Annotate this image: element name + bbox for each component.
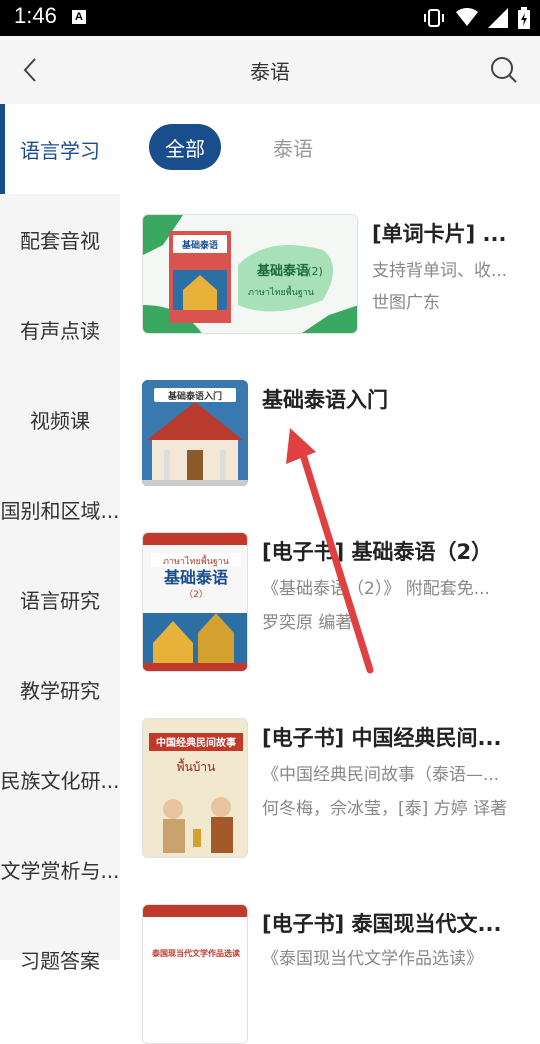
svg-text:基础泰语: 基础泰语 (181, 239, 218, 251)
book-cover: 泰国现当代文学作品选读 (142, 904, 248, 1044)
book-author: 世图广东 (372, 293, 440, 313)
book-desc: 《基础泰语（2）》 附配套免... (262, 579, 490, 599)
sidebar-item-label: 教学研究 (20, 678, 100, 703)
book-cover: ภาษาไทยพื้นฐาน 基础泰语 （2） (142, 532, 248, 672)
filter-all-chip[interactable]: 全部 (149, 124, 221, 170)
vibrate-icon (424, 9, 444, 27)
sidebar-item-video-course[interactable]: 视频课 (0, 374, 120, 464)
sidebar-item-label: 习题答案 (20, 948, 100, 973)
signal-icon (488, 8, 508, 28)
cover-title: 基础泰语入门 (167, 390, 222, 402)
sidebar-item-label: 语言学习 (20, 138, 100, 163)
book-item[interactable]: 基础泰语 基础泰语 (2) ภาษาไทยพื้นฐาน [单词卡片] ... … (142, 214, 522, 334)
book-desc: 支持背单词、收... (372, 261, 508, 281)
cover-number: （2） (184, 589, 208, 600)
cover-title: 基础泰语 (256, 263, 309, 279)
accessibility-icon: A (72, 10, 86, 24)
sidebar-item-language-learning[interactable]: 语言学习 (0, 104, 120, 194)
book-title: [电子书] 基础泰语（2） (262, 540, 493, 564)
sidebar-item-language-research[interactable]: 语言研究 (0, 554, 120, 644)
sidebar-item-label: 民族文化研... (0, 768, 120, 793)
cover-subtitle: พื้นบ้าน (177, 758, 216, 774)
status-bar: 1:46 A (0, 0, 540, 36)
sidebar-item-label: 配套音视 (20, 228, 100, 253)
book-cover: 中国经典民间故事 พื้นบ้าน (142, 718, 248, 858)
book-author: 何冬梅，佘冰莹，[泰] 方婷 译著 (262, 799, 508, 819)
cover-number: (2) (307, 265, 323, 278)
cover-title: 基础泰语 (163, 568, 228, 587)
book-title: [单词卡片] ... (372, 222, 507, 246)
search-button[interactable] (484, 50, 524, 90)
sidebar-item-literature[interactable]: 文学赏析与... (0, 824, 120, 914)
sidebar-item-teaching-research[interactable]: 教学研究 (0, 644, 120, 734)
sidebar-item-audio-reading[interactable]: 有声点读 (0, 284, 120, 374)
content-area: 全部 泰语 基础泰语 基础泰语 (2) ภาษาไทยพื้นฐาน [单词卡片… (120, 104, 540, 1044)
cover-art: 基础泰语 基础泰语 (2) ภาษาไทยพื้นฐาน (143, 215, 357, 333)
cover-art: ภาษาไทยพื้นฐาน 基础泰语 （2） (143, 533, 247, 671)
book-title: [电子书] 泰国现当代文... (262, 912, 502, 936)
sidebar-item-label: 文学赏析与... (0, 858, 120, 883)
sidebar-item-label: 有声点读 (20, 318, 100, 343)
book-cover: 基础泰语 基础泰语 (2) ภาษาไทยพื้นฐาน (142, 214, 358, 334)
sidebar-item-audio-video[interactable]: 配套音视 (0, 194, 120, 284)
book-item[interactable]: 中国经典民间故事 พื้นบ้าน [电子书] 中国经典民间... 《中国经典民… (142, 718, 522, 858)
status-time: 1:46 (14, 3, 57, 28)
page-title: 泰语 (250, 60, 290, 84)
sidebar-item-label: 语言研究 (20, 588, 100, 613)
book-desc: 《中国经典民间故事（泰语—... (262, 765, 500, 785)
sidebar-item-country-region[interactable]: 国别和区域... (0, 464, 120, 554)
battery-icon (518, 7, 530, 29)
cover-title: 泰国现当代文学作品选读 (151, 948, 240, 958)
book-item[interactable]: 泰国现当代文学作品选读 [电子书] 泰国现当代文... 《泰国现当代文学作品选读… (142, 904, 522, 1044)
app-header: 泰语 (0, 36, 540, 104)
sidebar-item-answers[interactable]: 习题答案 (0, 914, 120, 1004)
book-item[interactable]: 基础泰语入门 基础泰语入门 (142, 380, 522, 486)
book-title: [电子书] 中国经典民间... (262, 726, 502, 750)
cover-title: 中国经典民间故事 (156, 736, 236, 749)
cover-art: 中国经典民间故事 พื้นบ้าน (143, 719, 247, 857)
wifi-icon (456, 8, 478, 26)
status-icons (422, 7, 530, 29)
book-desc: 《泰国现当代文学作品选读》 (262, 949, 483, 969)
cover-art: 基础泰语入门 (142, 380, 248, 486)
sidebar-item-label: 视频课 (30, 408, 90, 433)
filter-thai-chip[interactable]: 泰语 (260, 124, 326, 170)
sidebar-item-ethnic-culture[interactable]: 民族文化研... (0, 734, 120, 824)
book-item[interactable]: ภาษาไทยพื้นฐาน 基础泰语 （2） [电子书] 基础泰语（2） 《基… (142, 532, 522, 672)
cover-art: 泰国现当代文学作品选读 (143, 905, 247, 1043)
book-title: 基础泰语入门 (262, 388, 388, 412)
book-author: 罗奕原 编著 (262, 613, 353, 633)
book-cover: 基础泰语入门 (142, 380, 248, 486)
sidebar-item-label: 国别和区域... (0, 498, 120, 523)
search-icon (491, 57, 517, 83)
category-sidebar: 语言学习 配套音视 有声点读 视频课 国别和区域... 语言研究 教学研究 民族… (0, 104, 120, 973)
